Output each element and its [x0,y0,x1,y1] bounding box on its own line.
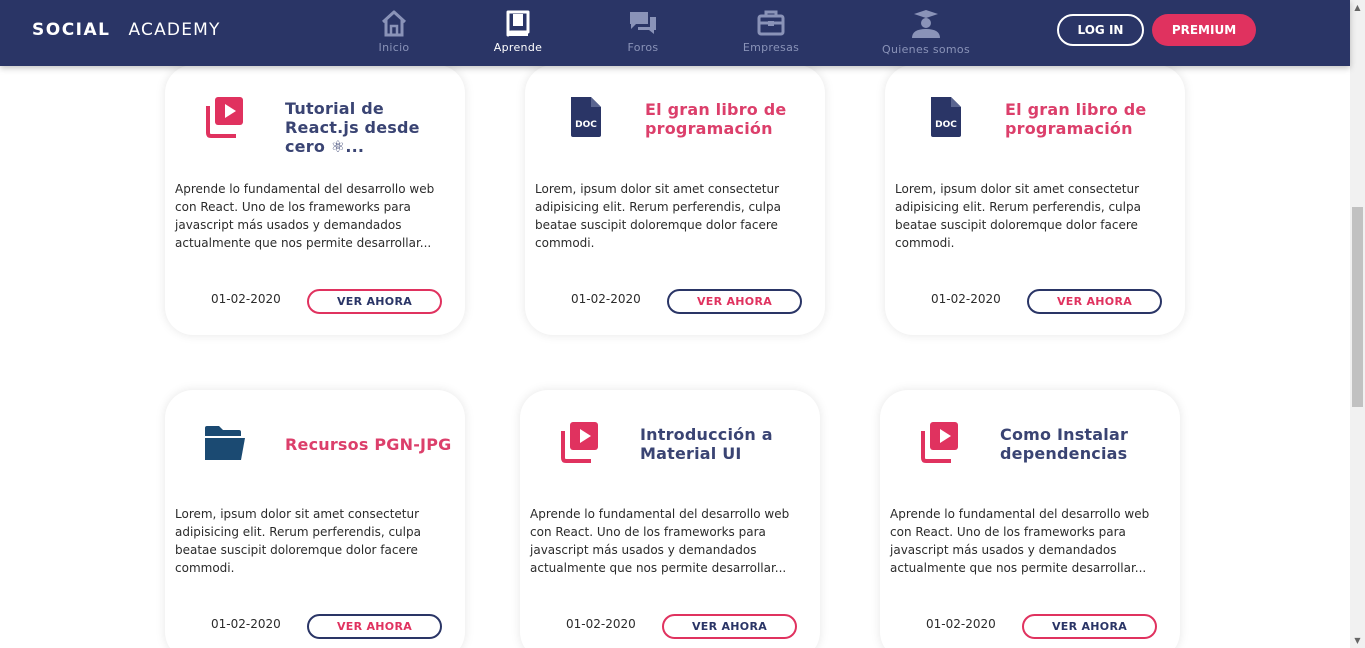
card-date: 01-02-2020 [571,292,641,306]
ver-ahora-button[interactable]: VER AHORA [662,614,797,639]
card-description: Lorem, ipsum dolor sit amet consectetur … [895,182,1141,250]
doc-icon-label: DOC [575,120,597,130]
card-date: 01-02-2020 [926,617,996,631]
ver-ahora-button[interactable]: VER AHORA [667,289,802,314]
nav-item-empresas[interactable]: Empresas [716,8,826,54]
card-title[interactable]: Introducción a Material UI [640,425,810,463]
nav-item-quienes-somos[interactable]: Quienes somos [871,8,981,56]
brand-part2: ACADEMY [128,20,221,40]
card-title[interactable]: Tutorial de React.js desde cero ⚛... [285,99,455,156]
card-description: Aprende lo fundamental del desarrollo we… [175,182,435,250]
nav-label-aprende: Aprende [493,41,543,54]
card-date: 01-02-2020 [211,292,281,306]
nav-item-foros[interactable]: Foros [588,8,698,54]
video-icon [561,422,598,463]
ver-ahora-button[interactable]: VER AHORA [307,289,442,314]
resource-card: DOC El gran libro de programación Lorem,… [885,65,1185,335]
doc-icon: DOC [571,97,601,137]
nav-item-aprende[interactable]: Aprende [463,8,573,54]
premium-button[interactable]: PREMIUM [1152,14,1256,46]
card-title[interactable]: Recursos PGN-JPG [285,435,455,454]
scroll-up-arrow-icon[interactable]: ▲ [1350,0,1365,15]
home-icon [381,10,407,37]
card-title[interactable]: Como Instalar dependencias [1000,425,1170,463]
nav-label-inicio: Inicio [378,41,410,54]
card-description: Lorem, ipsum dolor sit amet consectetur … [535,182,781,250]
video-icon [206,97,243,138]
card-date: 01-02-2020 [211,617,281,631]
resource-card: DOC El gran libro de programación Lorem,… [525,65,825,335]
brand-logo[interactable]: SOCIAL ACADEMY [32,20,221,40]
chat-icon [630,12,656,34]
nav-label-quienes-somos: Quienes somos [882,43,970,56]
graduate-icon [912,10,940,38]
scroll-down-arrow-icon[interactable]: ▼ [1350,633,1365,648]
resource-card: Recursos PGN-JPG Lorem, ipsum dolor sit … [165,390,465,648]
briefcase-icon [757,10,785,36]
resource-card: Como Instalar dependencias Aprende lo fu… [880,390,1180,648]
ver-ahora-button[interactable]: VER AHORA [307,614,442,639]
card-date: 01-02-2020 [931,292,1001,306]
doc-icon: DOC [931,97,961,137]
login-button[interactable]: LOG IN [1057,14,1144,46]
card-title[interactable]: El gran libro de programación [1005,100,1175,138]
scrollbar-thumb[interactable] [1352,207,1363,407]
nav-item-inicio[interactable]: Inicio [339,8,449,54]
nav-label-foros: Foros [627,41,659,54]
folder-icon [205,426,245,460]
card-description: Aprende lo fundamental del desarrollo we… [530,507,790,575]
doc-icon-label: DOC [935,120,957,130]
page-scrollbar[interactable]: ▲ ▼ [1350,0,1365,648]
video-icon [921,422,958,463]
card-date: 01-02-2020 [566,617,636,631]
book-icon [506,10,530,37]
card-description: Aprende lo fundamental del desarrollo we… [890,507,1150,575]
resource-card: Introducción a Material UI Aprende lo fu… [520,390,820,648]
nav-label-empresas: Empresas [742,41,800,54]
brand-part1: SOCIAL [32,20,111,40]
resource-card: Tutorial de React.js desde cero ⚛... Apr… [165,65,465,335]
card-description: Lorem, ipsum dolor sit amet consectetur … [175,507,421,575]
top-navbar: SOCIAL ACADEMY Inicio Aprende Foros Empr… [0,0,1350,66]
ver-ahora-button[interactable]: VER AHORA [1022,614,1157,639]
card-title[interactable]: El gran libro de programación [645,100,815,138]
ver-ahora-button[interactable]: VER AHORA [1027,289,1162,314]
